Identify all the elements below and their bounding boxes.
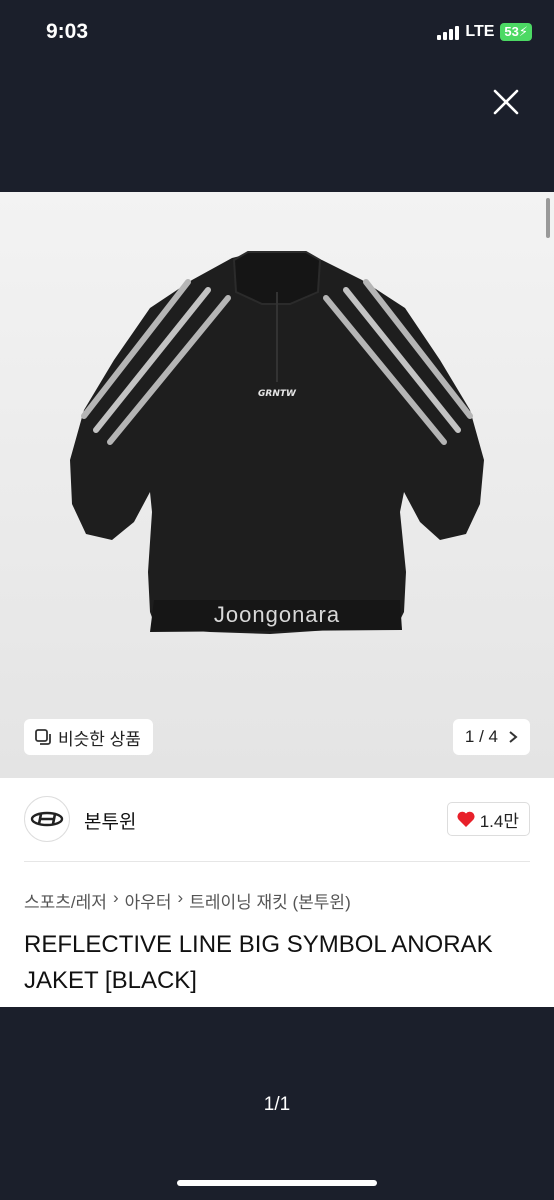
breadcrumb: 스포츠/레저 › 아우터 › 트레이닝 재킷 (본투윈): [24, 888, 351, 913]
breadcrumb-item[interactable]: 아우터: [125, 888, 172, 913]
chest-logo: GRNTW: [258, 389, 297, 399]
similar-products-button[interactable]: 비슷한 상품: [24, 719, 153, 755]
seller-row[interactable]: 본투윈 1.4만: [0, 778, 554, 862]
battery-icon: 53⚡: [500, 23, 532, 41]
watermark: Joongonara: [213, 602, 341, 627]
like-button[interactable]: 1.4만: [446, 802, 530, 836]
product-image: GRNTW: [70, 251, 484, 634]
image-counter-button[interactable]: 1 / 4: [452, 719, 530, 755]
heart-icon: [457, 811, 475, 827]
seller-logo[interactable]: [24, 796, 70, 842]
status-time: 9:03: [46, 20, 89, 43]
home-indicator[interactable]: [177, 1180, 377, 1186]
product-image-area[interactable]: GRNTW Joongonara 비슷한 상품 1 / 4: [0, 192, 554, 778]
page-indicator: 1/1: [263, 1094, 291, 1115]
scroll-indicator: [546, 198, 550, 238]
similar-icon: [35, 729, 51, 745]
close-icon[interactable]: [490, 86, 522, 118]
product-title: REFLECTIVE LINE BIG SYMBOL ANORAK JAKET …: [24, 931, 493, 994]
seller-name[interactable]: 본투윈: [84, 807, 136, 834]
like-count: 1.4만: [479, 811, 519, 831]
breadcrumb-item[interactable]: 트레이닝 재킷 (본투윈): [189, 888, 351, 913]
similar-products-label: 비슷한 상품: [58, 729, 141, 749]
battery-level: 53: [504, 24, 519, 39]
chevron-right-icon: ›: [112, 888, 119, 907]
status-bar: 9:03 LTE 53⚡: [0, 0, 554, 70]
brand-logo-icon: [30, 811, 64, 827]
divider: [24, 861, 530, 862]
image-counter: 1 / 4: [464, 727, 498, 746]
chevron-right-icon: ›: [177, 888, 184, 907]
chevron-right-icon: [509, 731, 518, 743]
signal-icon: [437, 25, 460, 40]
network-label: LTE: [465, 23, 495, 40]
status-right: LTE 53⚡: [437, 23, 532, 41]
product-card: GRNTW Joongonara 비슷한 상품 1 / 4 본투윈 1.4만 스…: [0, 192, 554, 1007]
breadcrumb-item[interactable]: 스포츠/레저: [24, 888, 107, 913]
